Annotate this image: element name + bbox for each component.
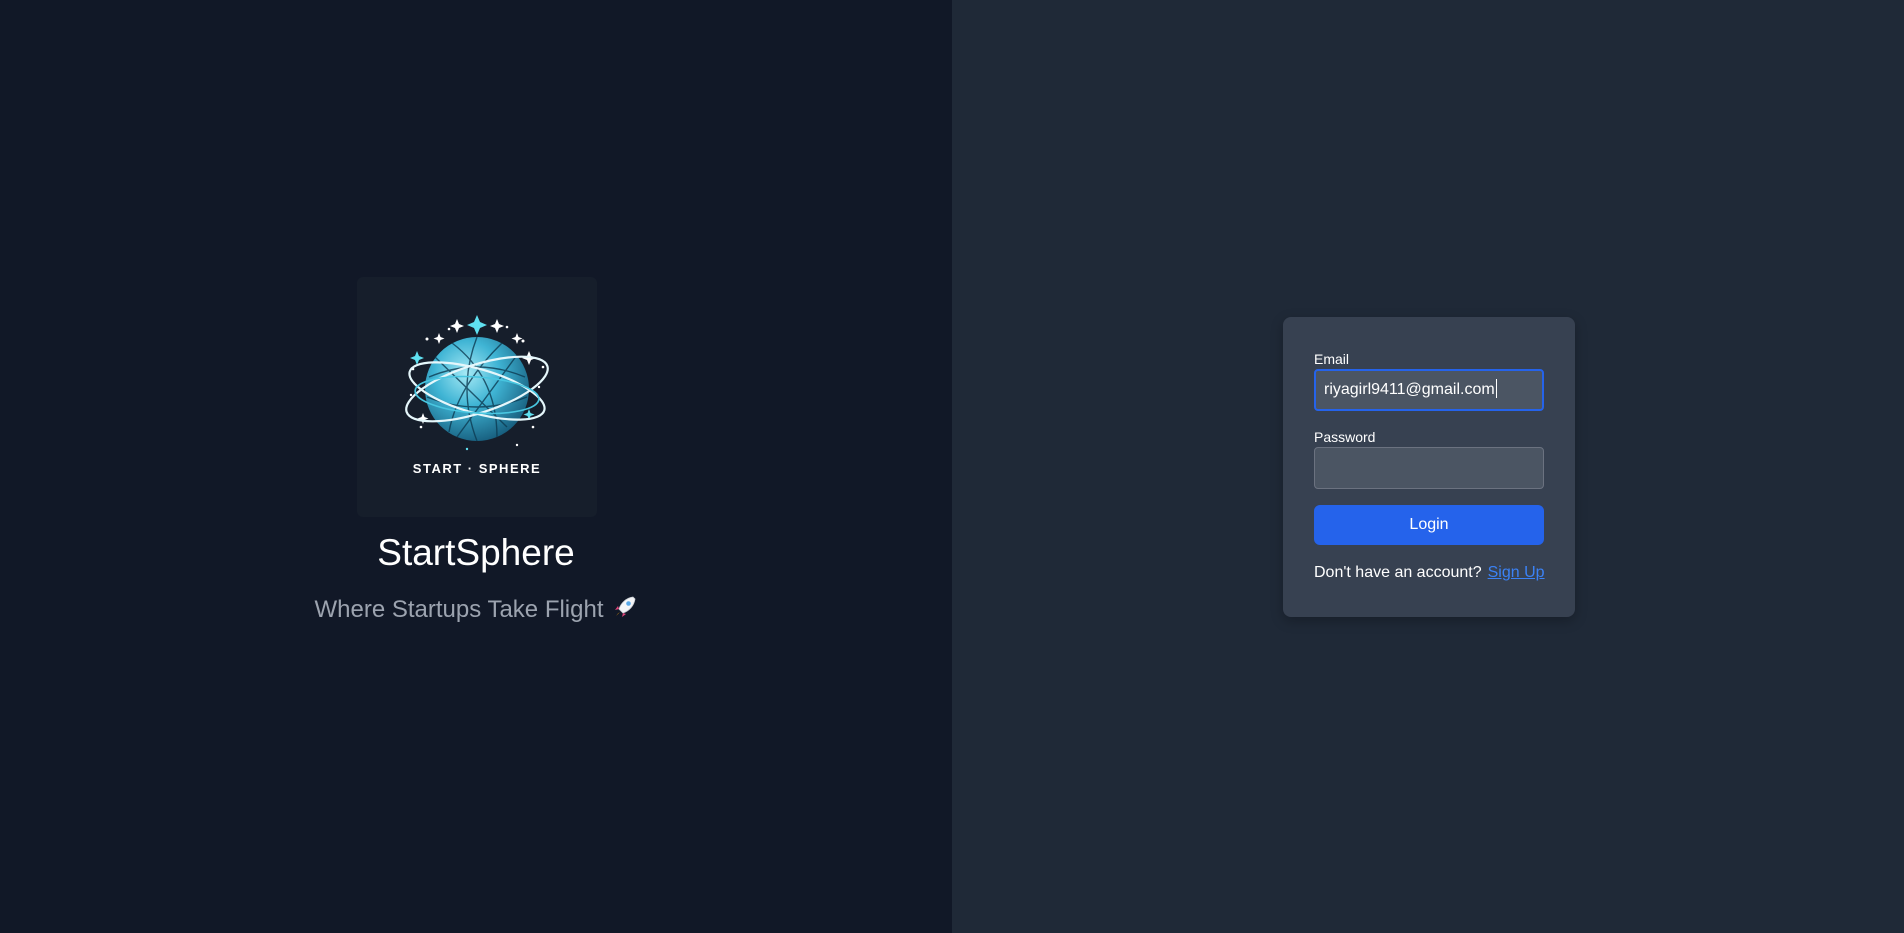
email-value: riyagirl9411@gmail.com [1324,381,1495,398]
password-label: Password [1314,429,1376,445]
login-panel: Email riyagirl9411@gmail.com Password Lo… [952,0,1904,933]
signup-prompt: Don't have an account? [1314,564,1482,581]
login-button[interactable]: Login [1314,505,1544,545]
tagline-text: Where Startups Take Flight [314,596,604,623]
globe-logo-icon: START · SPHERE [405,315,549,476]
email-field[interactable]: riyagirl9411@gmail.com [1314,369,1544,411]
text-caret [1495,379,1497,398]
logo: START · SPHERE [357,277,597,517]
signup-link[interactable]: Sign Up [1488,564,1545,581]
brand-panel: START · SPHERE StartSphere Where Startup… [0,0,952,933]
password-field[interactable] [1314,447,1544,489]
rocket-icon [612,594,638,627]
signup-row: Don't have an account? Sign Up [1314,564,1545,582]
logo-text: START · SPHERE [413,461,541,476]
login-page: START · SPHERE StartSphere Where Startup… [0,0,1904,933]
app-title: StartSphere [377,532,575,573]
login-card: Email riyagirl9411@gmail.com Password Lo… [1283,317,1575,617]
tagline: Where Startups Take Flight [0,594,952,627]
email-label: Email [1314,351,1350,367]
